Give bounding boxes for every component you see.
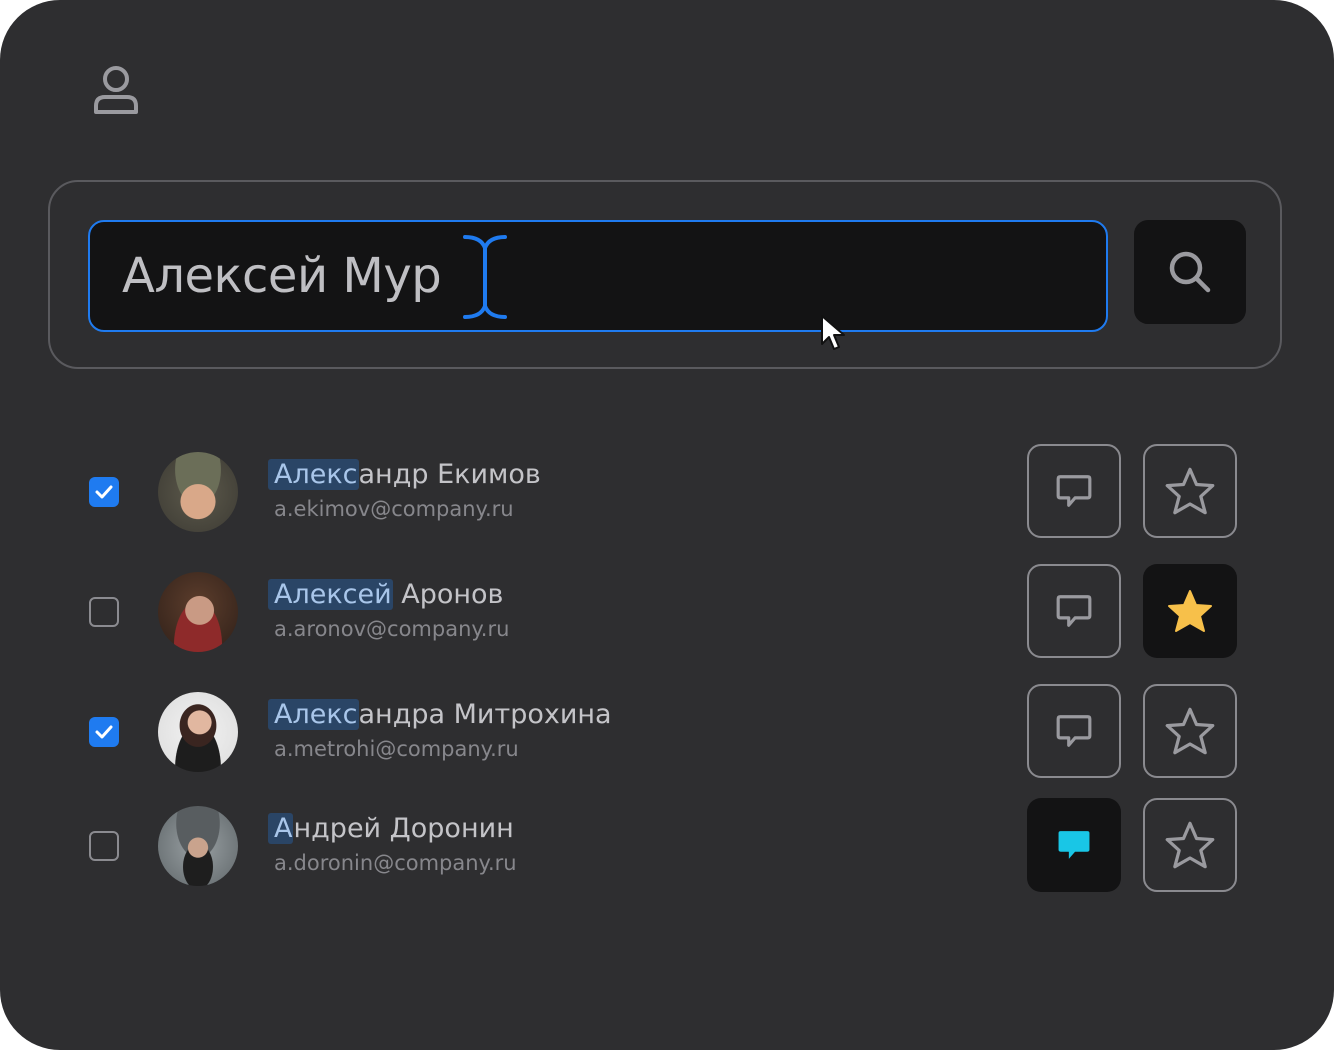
contact-checkbox[interactable]: [89, 717, 119, 747]
contact-row: Алексей Аронов a.aronov@company.ru: [0, 564, 1334, 660]
contact-checkbox[interactable]: [89, 477, 119, 507]
contact-email: a.aronov@company.ru: [274, 617, 510, 641]
app-window: Алексей Мур Александр Екимов a.ekimov@co…: [0, 0, 1334, 1050]
name-rest: андра Митрохина: [358, 699, 612, 730]
chat-bubble-icon: [1056, 715, 1092, 747]
chat-bubble-icon: [1056, 595, 1092, 627]
contact-row: Александра Митрохина a.metrohi@company.r…: [0, 684, 1334, 780]
contact-name[interactable]: Александра Митрохина: [268, 694, 612, 736]
contact-row: Александр Екимов a.ekimov@company.ru: [0, 444, 1334, 540]
star-icon: [1168, 590, 1212, 632]
favorite-button[interactable]: [1143, 798, 1237, 892]
contact-name[interactable]: Андрей Доронин: [268, 808, 514, 850]
star-icon: [1165, 467, 1215, 515]
search-panel: Алексей Мур: [48, 180, 1282, 369]
name-rest: Аронов: [392, 579, 504, 610]
star-icon: [1165, 821, 1215, 869]
favorite-button[interactable]: [1143, 444, 1237, 538]
name-match-highlight: А: [268, 813, 294, 844]
search-icon: [1169, 251, 1211, 293]
mouse-pointer-icon: [821, 315, 845, 350]
message-button[interactable]: [1027, 684, 1121, 778]
contact-checkbox[interactable]: [89, 831, 119, 861]
avatar: [158, 806, 238, 886]
contact-email: a.metrohi@company.ru: [274, 737, 519, 761]
star-icon: [1165, 707, 1215, 755]
message-button[interactable]: [1027, 564, 1121, 658]
check-icon: [95, 485, 113, 499]
contact-row: Андрей Доронин a.doronin@company.ru: [0, 798, 1334, 894]
user-icon[interactable]: [92, 64, 140, 116]
text-cursor-icon: [463, 235, 507, 319]
search-input[interactable]: Алексей Мур: [88, 220, 1108, 332]
contact-email: a.doronin@company.ru: [274, 851, 517, 875]
search-button[interactable]: [1134, 220, 1246, 324]
avatar: [158, 572, 238, 652]
message-button[interactable]: [1027, 444, 1121, 538]
chat-bubble-icon: [1058, 831, 1090, 859]
name-rest: андр Екимов: [358, 459, 541, 490]
contact-name[interactable]: Алексей Аронов: [268, 574, 504, 616]
contact-name[interactable]: Александр Екимов: [268, 454, 541, 496]
favorite-button[interactable]: [1143, 564, 1237, 658]
check-icon: [95, 725, 113, 739]
name-rest: ндрей Доронин: [293, 813, 514, 844]
contact-email: a.ekimov@company.ru: [274, 497, 514, 521]
favorite-button[interactable]: [1143, 684, 1237, 778]
name-match-highlight: Алекс: [268, 459, 359, 490]
avatar: [158, 692, 238, 772]
contact-checkbox[interactable]: [89, 597, 119, 627]
search-input-value: Алексей Мур: [122, 248, 442, 304]
message-button[interactable]: [1027, 798, 1121, 892]
chat-bubble-icon: [1056, 475, 1092, 507]
name-match-highlight: Алексей: [268, 579, 393, 610]
name-match-highlight: Алекс: [268, 699, 359, 730]
avatar: [158, 452, 238, 532]
